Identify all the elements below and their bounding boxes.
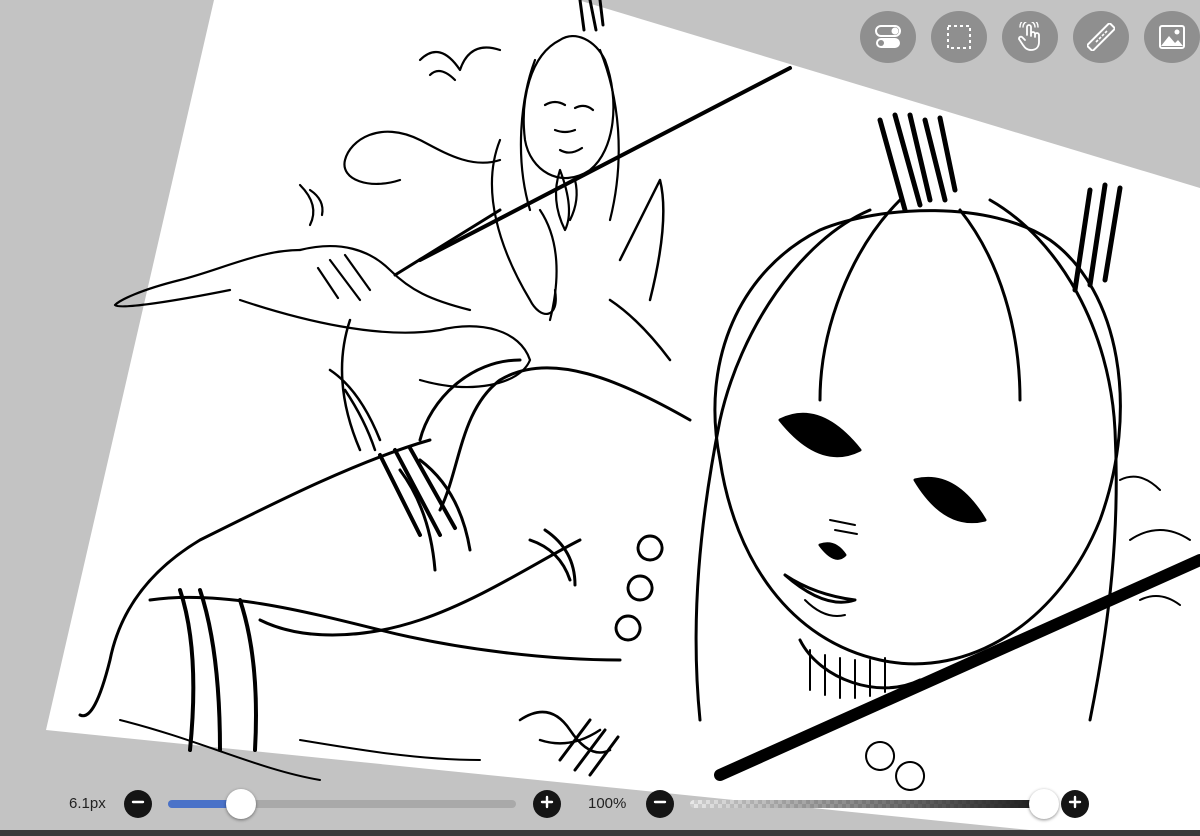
plus-icon [1068,795,1082,814]
brush-size-increase-button[interactable] [533,790,561,818]
screen-bottom-edge [0,830,1200,836]
plus-icon [540,795,554,814]
brush-size-decrease-button[interactable] [124,790,152,818]
opacity-decrease-button[interactable] [646,790,674,818]
touch-gesture-button[interactable] [1002,11,1058,63]
opacity-increase-button[interactable] [1061,790,1089,818]
minus-icon [653,795,667,814]
brush-size-thumb[interactable] [226,789,257,819]
opacity-label: 100% [588,795,627,812]
drawing-canvas[interactable] [0,0,1200,836]
opacity-thumb[interactable] [1029,789,1059,819]
image-icon [1158,24,1186,50]
opacity-slider[interactable] [690,800,1044,808]
toggle-icon [874,24,902,50]
selection-button[interactable] [931,11,987,63]
image-button[interactable] [1144,11,1200,63]
top-toolbar [860,11,1200,63]
drawing-app: 6.1px 100% [0,0,1200,836]
touch-gesture-icon [1017,22,1043,52]
opacity-fill [690,800,1044,808]
layer-toggle-button[interactable] [860,11,916,63]
brush-size-label: 6.1px [69,795,106,812]
minus-icon [131,795,145,814]
bottom-controls: 6.1px 100% [0,776,1140,832]
selection-icon [946,24,972,50]
ruler-button[interactable] [1073,11,1129,63]
ruler-icon [1087,23,1115,51]
brush-size-slider[interactable] [168,800,516,808]
